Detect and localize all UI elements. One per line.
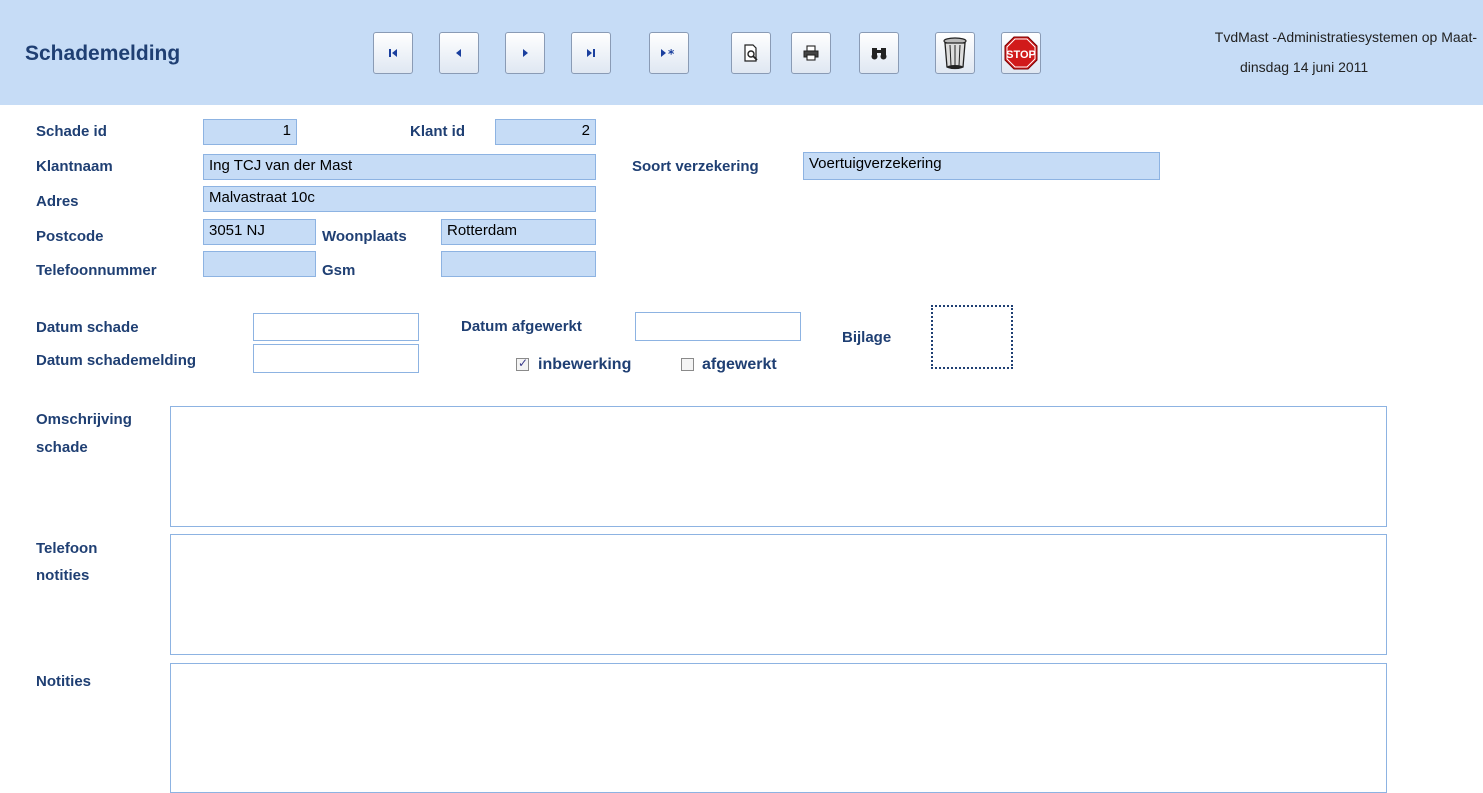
current-date: dinsdag 14 juni 2011 [1240,59,1369,75]
omschrijving-label-line1: Omschrijving [36,411,132,428]
inbewerking-label: inbewerking [538,356,632,373]
adres-field[interactable]: Malvastraat 10c [203,186,596,212]
datum-afgewerkt-label: Datum afgewerkt [461,318,582,335]
trash-can-icon [943,37,967,70]
print-preview-icon [744,44,758,62]
last-record-button[interactable] [571,32,611,74]
new-record-icon: * [661,47,675,59]
form-header: Schademelding * STOP TvdMast -Administra… [0,0,1483,105]
print-button[interactable] [791,32,831,74]
schade-id-field[interactable]: 1 [203,119,297,145]
app-name: TvdMast -Administratiesystemen op Maat- [1214,29,1477,45]
datum-schade-label: Datum schade [36,319,139,336]
new-record-button[interactable]: * [649,32,689,74]
klant-id-label: Klant id [410,123,465,140]
stop-sign-icon: STOP [1004,36,1038,70]
postcode-label: Postcode [36,228,104,245]
gsm-field[interactable] [441,251,596,277]
print-preview-button[interactable] [731,32,771,74]
last-record-icon [587,49,595,57]
omschrijving-label-line2: schade [36,439,88,456]
inbewerking-checkbox[interactable]: ✓ [516,356,529,371]
telefoon-notities-label-line2: notities [36,567,90,584]
find-button[interactable] [859,32,899,74]
woonplaats-label: Woonplaats [322,228,407,245]
close-button[interactable]: STOP [1001,32,1041,74]
first-record-icon [389,49,397,57]
bijlage-label: Bijlage [842,329,892,346]
gsm-label: Gsm [322,262,356,279]
soort-verzekering-label: Soort verzekering [632,158,759,175]
klant-id-field[interactable]: 2 [495,119,596,145]
notities-textarea[interactable] [170,663,1387,793]
next-record-button[interactable] [505,32,545,74]
afgewerkt-checkbox[interactable] [681,358,694,371]
svg-text:*: * [668,47,675,59]
woonplaats-field[interactable]: Rotterdam [441,219,596,245]
soort-verzekering-field[interactable]: Voertuigverzekering [803,152,1160,180]
bijlage-attachment-field[interactable] [931,305,1013,369]
telefoon-notities-label-line1: Telefoon [36,540,98,557]
delete-button[interactable] [935,32,975,74]
telefoonnummer-field[interactable] [203,251,316,277]
next-record-icon [523,49,528,57]
postcode-field[interactable]: 3051 NJ [203,219,316,245]
telefoon-notities-textarea[interactable] [170,534,1387,655]
printer-icon [803,45,819,61]
datum-schademelding-field[interactable] [253,344,419,373]
previous-record-button[interactable] [439,32,479,74]
klantnaam-field[interactable]: Ing TCJ van der Mast [203,154,596,180]
omschrijving-schade-textarea[interactable] [170,406,1387,527]
form-title: Schademelding [25,42,181,65]
klantnaam-label: Klantnaam [36,158,113,175]
datum-afgewerkt-field[interactable] [635,312,801,341]
adres-label: Adres [36,193,79,210]
datum-schade-field[interactable] [253,313,419,341]
datum-schademelding-label: Datum schademelding [36,352,197,369]
schade-id-label: Schade id [36,123,107,140]
first-record-button[interactable] [373,32,413,74]
previous-record-icon [456,49,461,57]
stop-sign-text: STOP [1006,49,1036,61]
afgewerkt-label: afgewerkt [702,356,777,373]
checkmark-icon: ✓ [518,356,529,370]
binoculars-icon [871,48,887,60]
notities-label: Notities [36,673,92,690]
telefoonnummer-label: Telefoonnummer [36,262,157,279]
